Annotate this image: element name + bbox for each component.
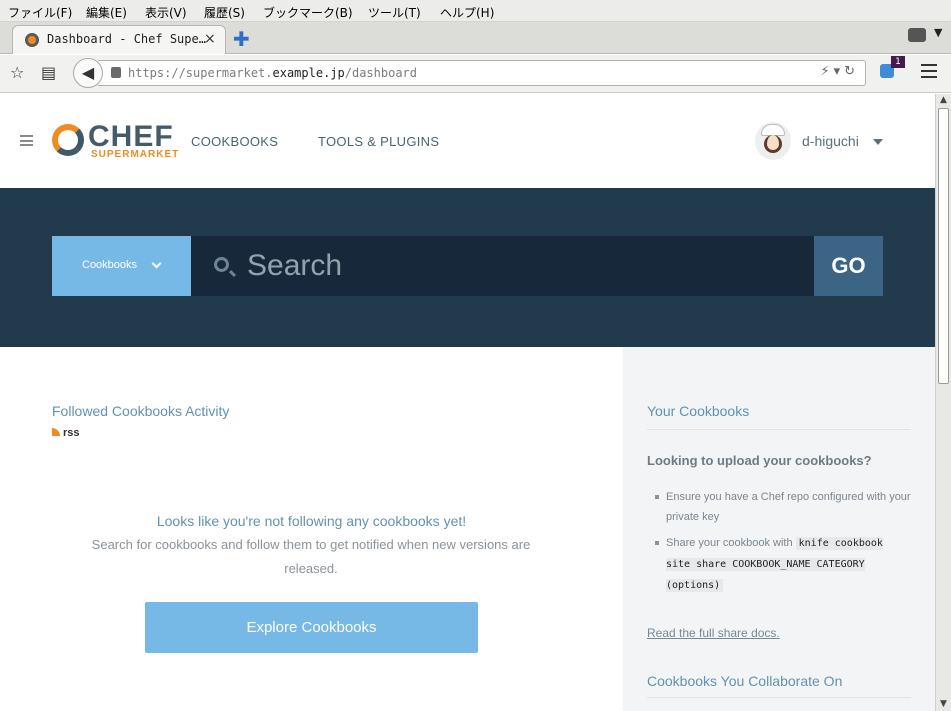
search-category-label: Cookbooks <box>82 259 138 271</box>
tab-title: Dashboard - Chef Supe… <box>47 32 206 46</box>
lock-icon <box>111 67 121 78</box>
menu-edit[interactable]: 編集(E) <box>86 4 127 21</box>
search-hero: Cookbooks GO <box>0 188 935 347</box>
menu-history[interactable]: 履歴(S) <box>204 4 245 21</box>
logo-subtitle: SUPERMARKET <box>91 149 180 160</box>
divider <box>647 697 911 698</box>
chef-favicon-icon <box>25 33 39 47</box>
url-text[interactable]: https://supermarket.example.jp/dashboard <box>128 66 417 80</box>
search-category-dropdown[interactable]: Cookbooks <box>52 236 191 296</box>
sidebar: Your Cookbooks Looking to upload your co… <box>623 347 935 711</box>
scroll-down-arrow-icon[interactable]: ▼ <box>938 699 949 710</box>
share-docs-link[interactable]: Read the full share docs. <box>647 626 780 640</box>
avatar[interactable] <box>755 122 791 160</box>
site-menu-icon[interactable] <box>20 135 33 146</box>
new-tab-icon[interactable]: ✚ <box>233 27 250 51</box>
nav-tools-plugins[interactable]: TOOLS & PLUGINS <box>318 134 439 149</box>
upload-tips-list: Ensure you have a Chef repo configured w… <box>647 487 913 602</box>
menu-help[interactable]: ヘルプ(H) <box>440 4 494 21</box>
search-go-button[interactable]: GO <box>814 236 883 296</box>
chevron-down-icon <box>151 258 162 269</box>
rss-link[interactable]: rss <box>52 427 80 439</box>
tab-strip: Dashboard - Chef Supe… × ✚ ▼ <box>0 22 951 54</box>
site-header: CHEF SUPERMARKET COOKBOOKS TOOLS & PLUGI… <box>0 94 935 188</box>
list-item: Share your cookbook with knife cookbook … <box>647 533 913 596</box>
tab-dashboard[interactable]: Dashboard - Chef Supe… × <box>12 25 226 54</box>
page-scrollbar[interactable]: ▲ ▼ <box>935 94 951 711</box>
rss-icon <box>52 428 60 436</box>
extension-badge: 1 <box>891 56 905 68</box>
empty-state-title: Looks like you're not following any cook… <box>156 513 467 529</box>
divider <box>647 429 911 430</box>
menu-bookmarks[interactable]: ブックマーク(B) <box>263 4 353 21</box>
url-bar[interactable]: https://supermarket.example.jp/dashboard… <box>98 60 866 86</box>
scroll-up-arrow-icon[interactable]: ▲ <box>938 95 949 106</box>
nav-cookbooks[interactable]: COOKBOOKS <box>191 134 278 149</box>
back-arrow-icon[interactable]: ◀ <box>73 58 103 88</box>
search-input[interactable] <box>247 246 787 286</box>
chef-logo-icon <box>52 124 84 156</box>
upload-question: Looking to upload your cookbooks? <box>647 453 872 468</box>
menu-file[interactable]: ファイル(F) <box>8 4 72 21</box>
scroll-thumb[interactable] <box>938 108 949 384</box>
tab-group-icon[interactable] <box>908 28 926 42</box>
bookmark-star-icon[interactable]: ☆ <box>10 63 24 82</box>
hamburger-menu-icon[interactable] <box>921 64 937 78</box>
tab-list-chevron-icon[interactable]: ▼ <box>934 26 942 39</box>
close-tab-icon[interactable]: × <box>204 31 216 47</box>
menu-tools[interactable]: ツール(T) <box>368 4 421 21</box>
list-item: Ensure you have a Chef repo configured w… <box>647 487 913 527</box>
your-cookbooks-title: Your Cookbooks <box>647 403 750 419</box>
avatar-face-icon <box>764 135 782 153</box>
menu-view[interactable]: 表示(V) <box>145 4 187 21</box>
empty-state-text: Search for cookbooks and follow them to … <box>91 537 531 576</box>
url-actions-icon[interactable]: ⚡▾↻ <box>820 64 859 79</box>
user-dropdown-caret-icon[interactable] <box>873 139 883 145</box>
search-icon <box>214 257 229 272</box>
activity-title: Followed Cookbooks Activity <box>52 403 230 419</box>
chef-supermarket-logo[interactable]: CHEF SUPERMARKET <box>52 120 187 162</box>
page-content: CHEF SUPERMARKET COOKBOOKS TOOLS & PLUGI… <box>0 94 935 711</box>
navigation-bar: ☆ ▤ https://supermarket.example.jp/dashb… <box>0 55 951 93</box>
reader-list-icon[interactable]: ▤ <box>41 63 56 82</box>
search-box <box>191 236 814 296</box>
activity-section: Followed Cookbooks Activity rss Looks li… <box>0 347 623 711</box>
username[interactable]: d-higuchi <box>802 133 859 149</box>
explore-cookbooks-button[interactable]: Explore Cookbooks <box>145 602 478 653</box>
collaborate-title: Cookbooks You Collaborate On <box>647 673 843 689</box>
browser-menubar: ファイル(F) 編集(E) 表示(V) 履歴(S) ブックマーク(B) ツール(… <box>0 0 951 22</box>
